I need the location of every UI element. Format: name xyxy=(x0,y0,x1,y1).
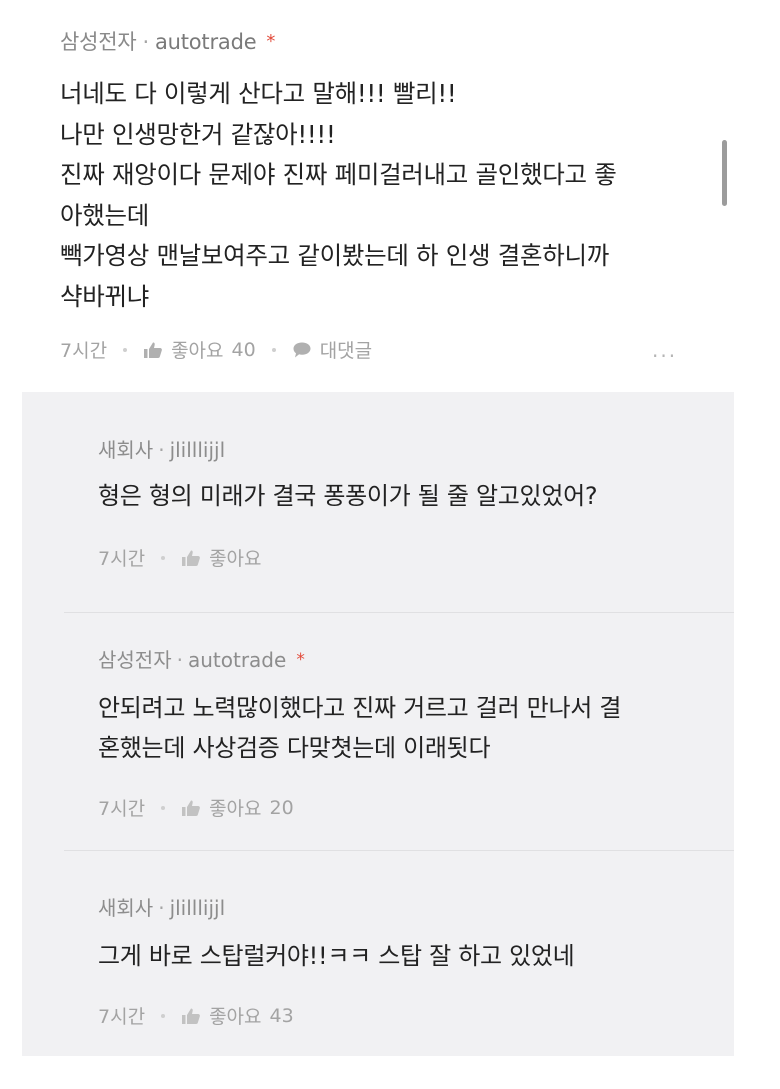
reply-time: 7시간 xyxy=(98,548,146,570)
separator-dot: · xyxy=(142,30,149,54)
more-options-button[interactable]: ··· xyxy=(652,344,677,368)
reply-body: 그게 바로 스탑럴커야!!ㅋㅋ 스탑 잘 하고 있었네 xyxy=(98,942,575,970)
like-label[interactable]: 좋아요 xyxy=(209,1002,261,1029)
reply-actions: 7시간 좋아요 43 xyxy=(98,1002,294,1029)
thumbs-up-icon xyxy=(182,800,200,816)
like-label[interactable]: 좋아요 xyxy=(209,544,261,571)
like-count: 20 xyxy=(269,796,294,819)
reply-author-line: 삼성전자 · autotrade * xyxy=(98,644,305,673)
reply-company: 새회사 xyxy=(98,438,154,462)
separator-dot xyxy=(161,1013,166,1018)
post-time: 7시간 xyxy=(60,340,108,362)
separator-dot xyxy=(161,805,166,810)
separator-dot xyxy=(161,555,166,560)
like-button[interactable] xyxy=(143,341,163,359)
like-label[interactable]: 좋아요 xyxy=(171,336,223,363)
thumbs-up-icon xyxy=(182,1008,200,1024)
reply-company: 삼성전자 xyxy=(98,648,172,672)
reply-body: 안되려고 노력많이했다고 진짜 거르고 걸러 만나서 결 혼했는데 사상검증 다… xyxy=(98,694,622,762)
separator-dot: · xyxy=(158,896,165,920)
separator-dot xyxy=(271,347,276,352)
post-actions: 7시간 좋아요 40 대댓글 xyxy=(60,336,372,363)
like-button[interactable] xyxy=(181,549,201,567)
reply-author-line: 새회사 · jlilllijjl xyxy=(98,892,225,921)
divider xyxy=(64,612,734,613)
speech-bubble-icon xyxy=(293,342,311,357)
separator-dot xyxy=(123,347,128,352)
divider xyxy=(64,850,734,851)
reply-time: 7시간 xyxy=(98,1006,146,1028)
post-username[interactable]: autotrade xyxy=(155,30,257,54)
thumbs-up-icon xyxy=(144,342,162,358)
post-body: 너네도 다 이렇게 산다고 말해!!! 빨리!! 나만 인생망한거 같잖아!!!… xyxy=(60,79,617,311)
replies-section: 새회사 · jlilllijjl 형은 형의 미래가 결국 퐁퐁이가 될 줄 알고있… xyxy=(22,392,734,1056)
like-count: 40 xyxy=(231,338,256,361)
reply-username[interactable]: jlilllijjl xyxy=(170,438,226,462)
like-button[interactable] xyxy=(181,1007,201,1025)
reply-body: 형은 형의 미래가 결국 퐁퐁이가 될 줄 알고있었어? xyxy=(98,482,598,510)
separator-dot: · xyxy=(176,648,183,672)
reply-company: 새회사 xyxy=(98,896,154,920)
like-label[interactable]: 좋아요 xyxy=(209,794,261,821)
thumbs-up-icon xyxy=(182,550,200,566)
post-company: 삼성전자 xyxy=(60,30,137,54)
reply-time: 7시간 xyxy=(98,798,146,820)
reply-actions: 7시간 좋아요 20 xyxy=(98,794,294,821)
separator-dot: · xyxy=(158,438,165,462)
scrollbar[interactable] xyxy=(722,140,727,206)
like-button[interactable] xyxy=(181,799,201,817)
author-star-icon: * xyxy=(296,650,305,670)
reply-label[interactable]: 대댓글 xyxy=(320,336,372,363)
like-count: 43 xyxy=(269,1004,294,1027)
author-star-icon: * xyxy=(266,31,276,52)
reply-author-line: 새회사 · jlilllijjl xyxy=(98,434,225,463)
reply-button[interactable] xyxy=(292,341,312,359)
reply-username[interactable]: autotrade xyxy=(188,648,286,672)
reply-username[interactable]: jlilllijjl xyxy=(170,896,226,920)
reply-actions: 7시간 좋아요 xyxy=(98,544,262,571)
post-author-line: 삼성전자 · autotrade * xyxy=(60,26,275,56)
